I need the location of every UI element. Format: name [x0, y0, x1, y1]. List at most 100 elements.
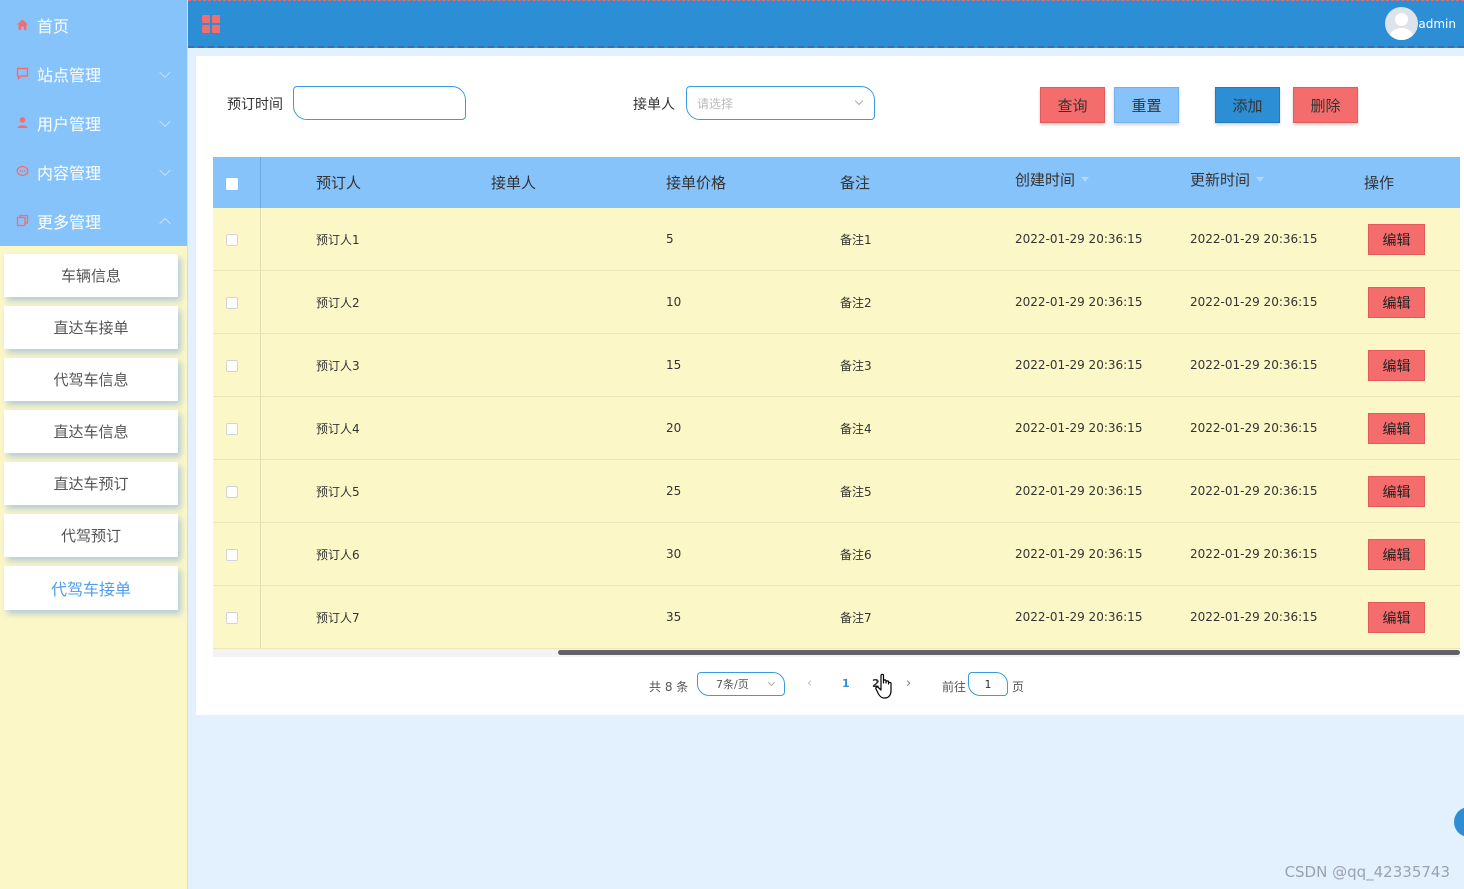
menu-item-label: 首页 — [37, 16, 70, 36]
reset-button[interactable]: 重置 — [1114, 87, 1179, 123]
cell-booker: 预订人5 — [316, 484, 360, 499]
menu-item-user[interactable]: 用户管理 — [0, 98, 187, 147]
cell-created: 2022-01-29 20:36:15 — [1015, 484, 1143, 498]
cell-price: 15 — [666, 358, 682, 372]
submenu-more: 车辆信息 直达车接单 代驾车信息 直达车信息 直达车预订 代驾预订 代驾车接单 — [0, 246, 187, 610]
row-checkbox[interactable] — [226, 297, 238, 309]
menu-item-content[interactable]: 内容管理 — [0, 147, 187, 196]
chevron-up-icon — [159, 217, 171, 229]
avatar[interactable] — [1385, 7, 1418, 40]
table-header: 预订人 接单人 接单价格 备注 创建时间 更新时间 操作 — [213, 157, 1460, 208]
column-header-note: 备注 — [840, 174, 871, 192]
booking-time-label: 预订时间 — [227, 97, 283, 113]
message-icon — [14, 164, 30, 180]
cell-note: 备注1 — [840, 232, 872, 247]
menu-item-more[interactable]: 更多管理 — [0, 196, 187, 245]
chevron-down-icon — [159, 115, 171, 127]
edit-button[interactable]: 编辑 — [1368, 602, 1425, 633]
edit-button[interactable]: 编辑 — [1368, 287, 1425, 318]
copy-icon — [14, 213, 30, 229]
cell-created: 2022-01-29 20:36:15 — [1015, 547, 1143, 561]
cell-created: 2022-01-29 20:36:15 — [1015, 358, 1143, 372]
submenu-item-express-orders[interactable]: 直达车接单 — [4, 306, 178, 349]
prev-page-button[interactable]: ‹ — [807, 676, 812, 691]
edit-button[interactable]: 编辑 — [1368, 413, 1425, 444]
order-taker-label: 接单人 — [633, 97, 675, 113]
query-button[interactable]: 查询 — [1040, 87, 1105, 123]
submenu-item-driver-vehicle-info[interactable]: 代驾车信息 — [4, 358, 178, 401]
row-checkbox[interactable] — [226, 612, 238, 624]
menu-item-label: 更多管理 — [37, 212, 102, 232]
edit-button[interactable]: 编辑 — [1368, 350, 1425, 381]
submenu-item-vehicle-info[interactable]: 车辆信息 — [4, 254, 178, 297]
menu-item-home[interactable]: 首页 — [0, 0, 187, 49]
row-checkbox[interactable] — [226, 423, 238, 435]
select-all-checkbox[interactable] — [226, 178, 238, 190]
cell-note: 备注3 — [840, 358, 872, 373]
pagination: 共 8 条 7条/页 ‹ 1 2 › 前往 1 页 — [196, 670, 1464, 700]
row-checkbox[interactable] — [226, 360, 238, 372]
user-icon — [14, 115, 30, 131]
submenu-item-driver-booking[interactable]: 代驾预订 — [4, 514, 178, 557]
column-header-created[interactable]: 创建时间 — [1015, 154, 1090, 205]
edit-button[interactable]: 编辑 — [1368, 539, 1425, 570]
cell-price: 20 — [666, 421, 682, 435]
edit-button[interactable]: 编辑 — [1368, 224, 1425, 255]
edit-button[interactable]: 编辑 — [1368, 476, 1425, 507]
sidebar-menu: 首页 站点管理 用户管理 内容管理 更多管理 — [0, 0, 187, 246]
goto-page-input[interactable]: 1 — [968, 672, 1008, 696]
column-header-actions: 操作 — [1364, 174, 1395, 192]
delete-button[interactable]: 删除 — [1293, 87, 1358, 123]
page-1-button[interactable]: 1 — [842, 677, 850, 690]
username-label[interactable]: admin — [1418, 17, 1456, 31]
chevron-down-icon — [159, 164, 171, 176]
cell-updated: 2022-01-29 20:36:15 — [1190, 610, 1318, 624]
scrollbar-thumb[interactable] — [558, 650, 1460, 655]
add-button[interactable]: 添加 — [1215, 87, 1280, 123]
menu-item-site[interactable]: 站点管理 — [0, 49, 187, 98]
sort-icon[interactable] — [1081, 177, 1090, 182]
table-row: 预订人6 30 备注6 2022-01-29 20:36:15 2022-01-29 2… — [213, 523, 1460, 586]
cell-price: 25 — [666, 484, 682, 498]
cell-updated: 2022-01-29 20:36:15 — [1190, 232, 1318, 246]
grid-menu-icon[interactable] — [202, 15, 220, 33]
row-checkbox[interactable] — [226, 549, 238, 561]
cell-updated: 2022-01-29 20:36:15 — [1190, 421, 1318, 435]
table-row: 预订人7 35 备注7 2022-01-29 20:36:15 2022-01-29 2… — [213, 586, 1460, 649]
submenu-item-express-booking[interactable]: 直达车预订 — [4, 462, 178, 505]
row-checkbox[interactable] — [226, 234, 238, 246]
horizontal-scrollbar[interactable] — [213, 649, 1460, 657]
order-taker-select[interactable]: 请选择 — [686, 86, 875, 120]
cell-created: 2022-01-29 20:36:15 — [1015, 421, 1143, 435]
cell-updated: 2022-01-29 20:36:15 — [1190, 295, 1318, 309]
column-header-updated[interactable]: 更新时间 — [1190, 154, 1265, 205]
column-header-booker: 预订人 — [316, 174, 362, 192]
cell-note: 备注7 — [840, 610, 872, 625]
floating-action-button[interactable] — [1454, 807, 1464, 837]
page-size-select[interactable]: 7条/页 — [697, 672, 785, 696]
chevron-down-icon — [767, 678, 776, 687]
cell-booker: 预订人6 — [316, 547, 360, 562]
cell-booker: 预订人3 — [316, 358, 360, 373]
home-icon — [14, 17, 30, 33]
hand-cursor-icon — [875, 673, 892, 699]
page-size-value: 7条/页 — [716, 678, 749, 691]
booking-time-input[interactable] — [293, 86, 466, 120]
chevron-down-icon — [159, 66, 171, 78]
order-taker-placeholder: 请选择 — [697, 96, 734, 111]
cell-updated: 2022-01-29 20:36:15 — [1190, 547, 1318, 561]
cell-price: 35 — [666, 610, 682, 624]
next-page-button[interactable]: › — [906, 676, 911, 691]
cell-booker: 预订人1 — [316, 232, 360, 247]
goto-suffix: 页 — [1012, 680, 1025, 694]
submenu-item-driver-orders[interactable]: 代驾车接单 — [4, 566, 178, 610]
total-count: 共 8 条 — [649, 680, 689, 694]
sort-icon[interactable] — [1256, 177, 1265, 182]
watermark: CSDN @qq_42335743 — [1284, 863, 1450, 881]
row-checkbox[interactable] — [226, 486, 238, 498]
submenu-item-express-vehicle-info[interactable]: 直达车信息 — [4, 410, 178, 453]
column-header-created-label: 创建时间 — [1015, 171, 1076, 189]
cell-note: 备注5 — [840, 484, 872, 499]
table-row: 预订人1 5 备注1 2022-01-29 20:36:15 2022-01-29 20… — [213, 208, 1460, 271]
cell-booker: 预订人7 — [316, 610, 360, 625]
